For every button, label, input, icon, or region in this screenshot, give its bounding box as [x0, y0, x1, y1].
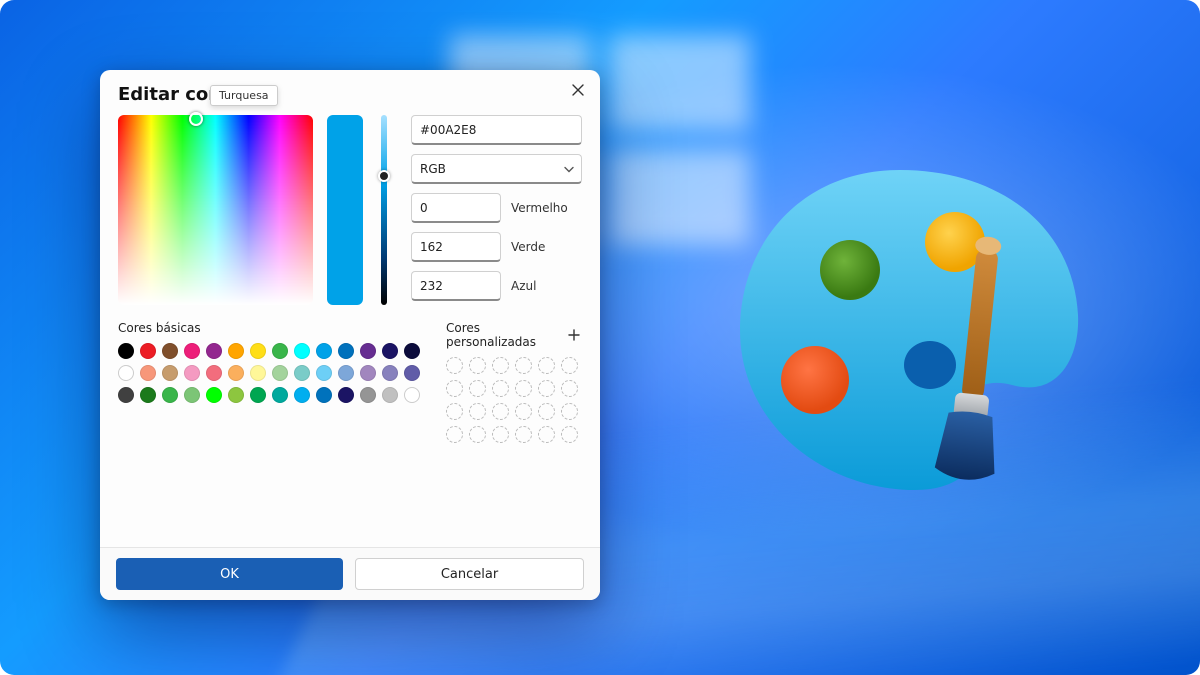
basic-color-swatch[interactable] — [338, 365, 354, 381]
custom-color-slot[interactable] — [561, 426, 578, 443]
basic-color-swatch[interactable] — [184, 343, 200, 359]
basic-color-swatch[interactable] — [272, 387, 288, 403]
custom-color-slot[interactable] — [561, 357, 578, 374]
custom-color-slot[interactable] — [538, 403, 555, 420]
channel-input-vermelho[interactable] — [411, 193, 501, 223]
basic-color-swatch[interactable] — [118, 343, 134, 359]
custom-color-slot[interactable] — [469, 426, 486, 443]
dialog-footer: OK Cancelar — [100, 547, 600, 600]
custom-color-slot[interactable] — [492, 380, 509, 397]
basic-color-swatch[interactable] — [360, 387, 376, 403]
custom-color-slot[interactable] — [538, 357, 555, 374]
custom-color-slot[interactable] — [515, 426, 532, 443]
basic-color-swatch[interactable] — [382, 387, 398, 403]
edit-colors-dialog: Editar cores — [100, 70, 600, 600]
basic-color-swatch[interactable] — [162, 387, 178, 403]
basic-color-swatch[interactable] — [294, 387, 310, 403]
ok-button[interactable]: OK — [116, 558, 343, 590]
hex-input[interactable] — [411, 115, 582, 145]
color-field[interactable] — [118, 115, 313, 305]
basic-color-swatch[interactable] — [140, 387, 156, 403]
basic-color-swatch[interactable] — [162, 365, 178, 381]
basic-color-swatch[interactable] — [206, 387, 222, 403]
color-field-cursor[interactable] — [189, 112, 203, 126]
basic-color-swatch[interactable] — [184, 387, 200, 403]
basic-color-swatch[interactable] — [206, 343, 222, 359]
basic-color-swatch[interactable] — [294, 343, 310, 359]
basic-color-swatch[interactable] — [250, 365, 266, 381]
channel-label: Azul — [511, 279, 536, 293]
add-custom-color-button[interactable] — [565, 326, 582, 344]
channel-label: Vermelho — [511, 201, 568, 215]
basic-colors-label: Cores básicas — [118, 321, 420, 335]
custom-color-slot[interactable] — [515, 357, 532, 374]
hue-slider-thumb[interactable] — [378, 170, 390, 182]
basic-color-swatch[interactable] — [338, 387, 354, 403]
basic-color-swatch[interactable] — [206, 365, 222, 381]
basic-color-swatch[interactable] — [272, 343, 288, 359]
custom-color-slot[interactable] — [469, 380, 486, 397]
custom-color-slot[interactable] — [515, 403, 532, 420]
close-button[interactable] — [566, 78, 590, 102]
basic-color-swatch[interactable] — [316, 387, 332, 403]
basic-color-swatch[interactable] — [360, 343, 376, 359]
close-icon — [572, 84, 584, 96]
basic-color-swatch[interactable] — [228, 365, 244, 381]
custom-color-slot[interactable] — [538, 426, 555, 443]
custom-color-slot[interactable] — [446, 426, 463, 443]
custom-color-slot[interactable] — [446, 380, 463, 397]
custom-colors-grid — [446, 357, 582, 443]
custom-colors-label: Cores personalizadas — [446, 321, 565, 349]
channel-label: Verde — [511, 240, 545, 254]
custom-color-slot[interactable] — [492, 403, 509, 420]
channel-input-verde[interactable] — [411, 232, 501, 262]
basic-color-swatch[interactable] — [316, 365, 332, 381]
basic-color-swatch[interactable] — [118, 365, 134, 381]
custom-color-slot[interactable] — [446, 403, 463, 420]
cancel-button[interactable]: Cancelar — [355, 558, 584, 590]
custom-color-slot[interactable] — [515, 380, 532, 397]
custom-color-slot[interactable] — [492, 357, 509, 374]
plus-icon — [568, 329, 580, 341]
basic-color-swatch[interactable] — [184, 365, 200, 381]
custom-color-slot[interactable] — [469, 357, 486, 374]
basic-color-swatch[interactable] — [272, 365, 288, 381]
custom-color-slot[interactable] — [492, 426, 509, 443]
color-tooltip: Turquesa — [210, 85, 278, 106]
basic-color-swatch[interactable] — [118, 387, 134, 403]
basic-color-swatch[interactable] — [316, 343, 332, 359]
basic-colors-grid — [118, 343, 420, 403]
color-mode-select[interactable] — [411, 154, 582, 184]
basic-color-swatch[interactable] — [140, 343, 156, 359]
custom-color-slot[interactable] — [561, 403, 578, 420]
basic-color-swatch[interactable] — [250, 343, 266, 359]
basic-color-swatch[interactable] — [404, 343, 420, 359]
basic-color-swatch[interactable] — [404, 365, 420, 381]
basic-color-swatch[interactable] — [250, 387, 266, 403]
basic-color-swatch[interactable] — [382, 365, 398, 381]
channel-input-azul[interactable] — [411, 271, 501, 301]
basic-color-swatch[interactable] — [382, 343, 398, 359]
hue-slider[interactable] — [377, 115, 391, 305]
color-preview — [327, 115, 363, 305]
basic-color-swatch[interactable] — [228, 343, 244, 359]
basic-color-swatch[interactable] — [228, 387, 244, 403]
basic-color-swatch[interactable] — [338, 343, 354, 359]
custom-color-slot[interactable] — [469, 403, 486, 420]
basic-color-swatch[interactable] — [360, 365, 376, 381]
custom-color-slot[interactable] — [446, 357, 463, 374]
paint-app-icon — [730, 150, 1090, 510]
custom-color-slot[interactable] — [561, 380, 578, 397]
basic-color-swatch[interactable] — [162, 343, 178, 359]
basic-color-swatch[interactable] — [294, 365, 310, 381]
custom-color-slot[interactable] — [538, 380, 555, 397]
desktop-background: Turquesa Editar cores — [0, 0, 1200, 675]
dialog-title: Editar cores — [118, 84, 582, 105]
basic-color-swatch[interactable] — [140, 365, 156, 381]
basic-color-swatch[interactable] — [404, 387, 420, 403]
